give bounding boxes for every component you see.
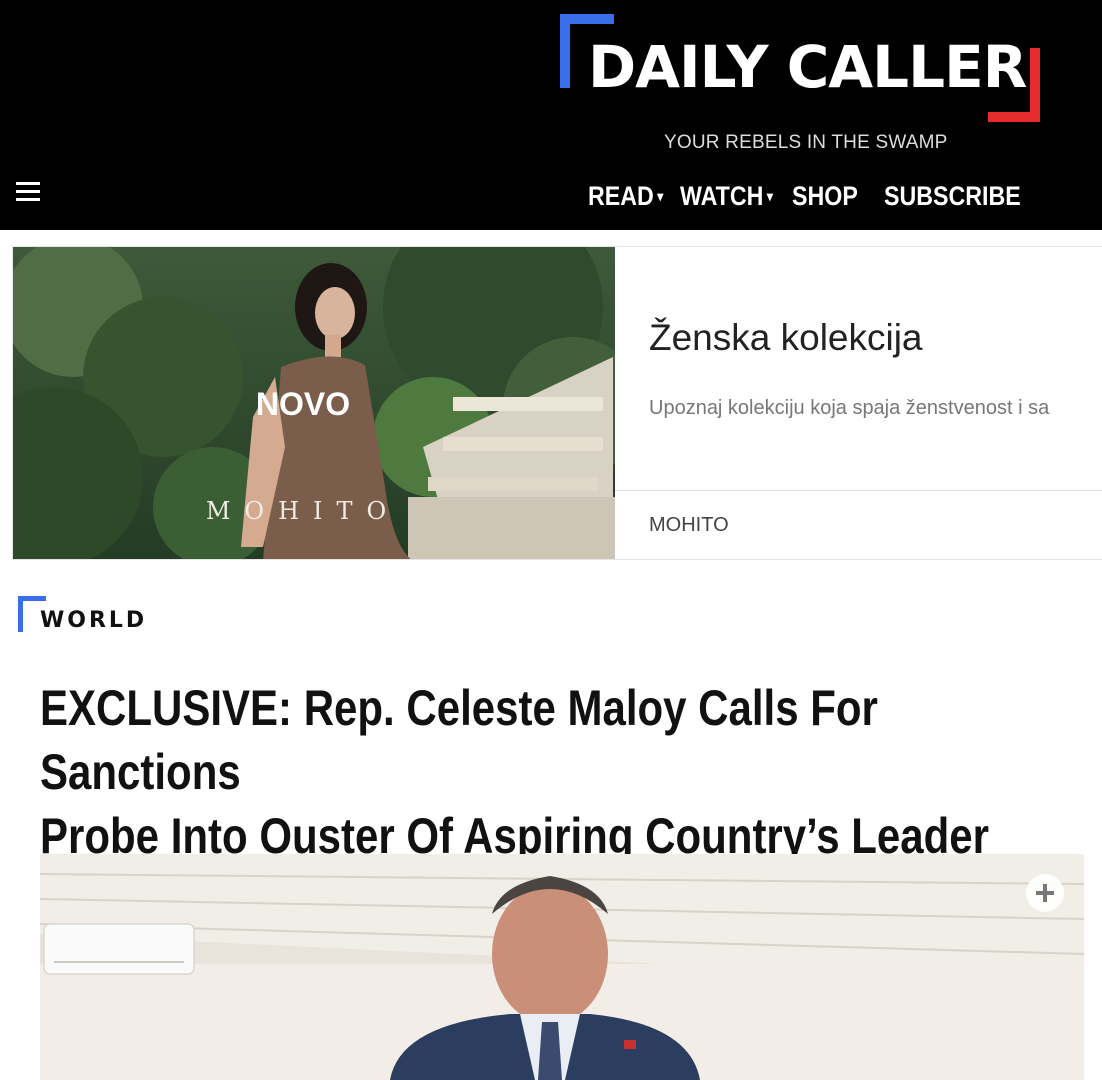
site-header: DAILY CALLER YOUR REBELS IN THE SWAMP RE… [0,0,1102,230]
ad-title[interactable]: Ženska kolekcija [649,317,923,359]
ad-banner[interactable]: NOVO MOHITO Ženska kolekcija Upoznaj kol… [12,246,1102,560]
daily-caller-logo[interactable]: DAILY CALLER [560,14,1042,122]
nav-subscribe[interactable]: SUBSCRIBE [884,181,1021,212]
article-headline: EXCLUSIVE: Rep. Celeste Maloy Calls For … [40,676,1090,868]
site-tagline: YOUR REBELS IN THE SWAMP [664,132,948,153]
ad-description: Upoznaj kolekciju koja spaja ženstvenost… [649,397,1050,419]
nav-shop[interactable]: SHOP [792,181,871,212]
nav-read[interactable]: READ ▾ [588,181,667,212]
ad-image-watermark: MOHITO [206,497,400,525]
nav-subscribe-label: SUBSCRIBE [884,180,1021,211]
article-hero-image[interactable] [40,854,1084,1080]
plus-circle-icon[interactable] [1026,874,1064,912]
headline-line-1: EXCLUSIVE: Rep. Celeste Maloy Calls For … [40,680,878,800]
ad-image-overlay-text: NOVO [256,386,350,422]
logo-wordmark: DAILY CALLER [588,33,1027,101]
chevron-down-icon: ▾ [766,187,773,204]
ad-image[interactable]: NOVO MOHITO [13,247,615,559]
nav-watch[interactable]: WATCH ▾ [680,181,776,212]
nav-watch-label: WATCH [680,180,764,211]
section-label: WORLD [40,608,148,633]
ad-text-panel[interactable]: Ženska kolekcija Upoznaj kolekciju koja … [615,247,1102,559]
ad-divider [615,490,1102,491]
chevron-down-icon: ▾ [657,187,664,204]
hamburger-menu-icon[interactable] [16,182,40,202]
nav-read-label: READ [588,180,654,211]
ad-brand[interactable]: MOHITO [649,514,729,537]
main-nav: READ ▾ WATCH ▾ SHOP SUBSCRIBE [588,174,1043,218]
nav-shop-label: SHOP [792,180,858,211]
